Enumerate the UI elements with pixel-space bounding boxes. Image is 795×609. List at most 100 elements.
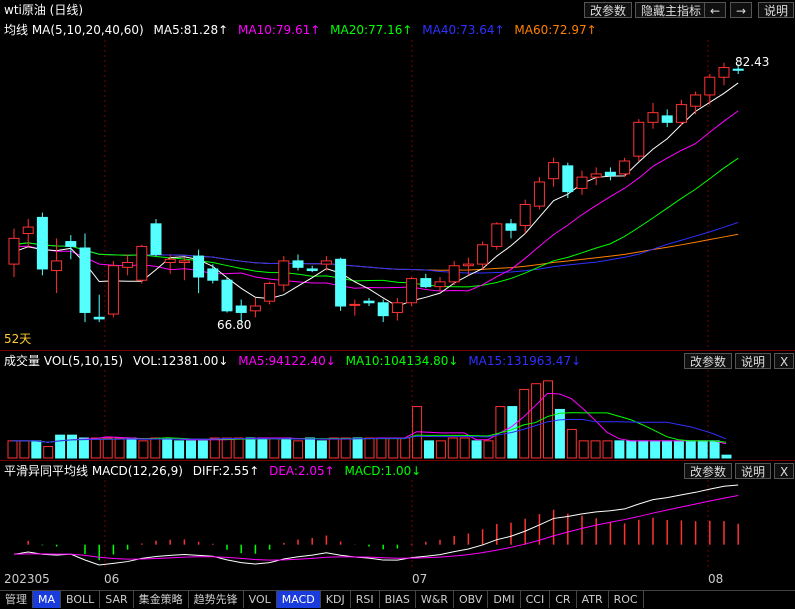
candle-body: [235, 305, 247, 313]
vol-label: 成交量 VOL(5,10,15): [4, 354, 124, 368]
ma5-value: MA5:81.28↑: [153, 23, 229, 37]
ma20-value: MA20:77.16↑: [330, 23, 413, 37]
edit-params-button[interactable]: 改参数: [584, 2, 633, 18]
candle-body: [150, 223, 162, 255]
tab-dmi[interactable]: DMI: [488, 591, 521, 608]
candle-body: [462, 263, 474, 267]
volume-bar: [447, 437, 458, 459]
tab-roc[interactable]: ROC: [609, 591, 644, 608]
tab-[interactable]: 管理: [0, 591, 33, 608]
volume-bar: [400, 437, 411, 459]
macd-header: 平滑异同平均线 MACD(12,26,9) DIFF:2.55↑ DEA:2.0…: [4, 461, 427, 481]
hide-main-indicator-button[interactable]: 隐藏主指标: [635, 2, 708, 18]
volume-bar: [483, 440, 494, 459]
tab-[interactable]: 集金策略: [134, 591, 189, 608]
next-arrow-button[interactable]: →: [730, 2, 753, 18]
volume-bar: [19, 440, 30, 459]
tab-atr[interactable]: ATR: [577, 591, 609, 608]
candle-body: [604, 171, 616, 176]
volume-bar: [305, 437, 315, 459]
tab-cr[interactable]: CR: [550, 591, 577, 608]
tab-cci[interactable]: CCI: [521, 591, 551, 608]
tab-sar[interactable]: SAR: [100, 591, 134, 608]
candle-body: [193, 255, 205, 278]
candle-body: [704, 76, 716, 96]
tab-kdj[interactable]: KDJ: [321, 591, 351, 608]
candle-body: [420, 278, 432, 288]
candle-body: [349, 303, 361, 306]
volume-bar: [340, 437, 351, 459]
tab-rsi[interactable]: RSI: [351, 591, 380, 608]
volume-bar: [459, 437, 470, 459]
volume-bar: [150, 437, 161, 459]
prev-arrow-button[interactable]: ←: [704, 2, 727, 18]
tab-boll[interactable]: BOLL: [61, 591, 101, 608]
candle-body: [533, 181, 545, 207]
candle-body: [264, 282, 276, 302]
macd-help-button[interactable]: 说明: [735, 463, 772, 479]
volume-bar: [55, 434, 66, 459]
volume-bar: [126, 437, 137, 459]
candle-body: [93, 316, 105, 320]
candle-body: [249, 305, 261, 312]
volume-bar: [138, 440, 149, 459]
tab-bias[interactable]: BIAS: [380, 591, 416, 608]
candle-body: [491, 223, 503, 247]
volume-bar: [590, 440, 601, 459]
volume-bar: [281, 437, 292, 459]
ma-label: 均线 MA(5,10,20,40,60): [4, 23, 144, 37]
volume-bar: [626, 440, 637, 459]
candle-body: [221, 279, 233, 312]
candle-body: [335, 258, 347, 307]
tab-ma[interactable]: MA: [33, 591, 62, 608]
candle-body: [633, 121, 645, 157]
volume-bar: [186, 440, 196, 459]
macd-close-button[interactable]: X: [774, 463, 795, 479]
candle-body: [22, 226, 34, 235]
vol-edit-params-button[interactable]: 改参数: [684, 353, 733, 369]
candle-body: [377, 302, 389, 317]
candlestick-chart: [8, 40, 744, 350]
candle-body: [136, 245, 148, 281]
candle-body: [434, 281, 446, 288]
vol-ma15: MA15:131963.47↓: [468, 354, 582, 368]
candle-body: [306, 268, 318, 272]
volume-bar: [269, 437, 280, 459]
macd-dea: DEA:2.05↑: [269, 464, 335, 478]
x-axis-label: 06: [104, 572, 120, 586]
candle-body: [207, 268, 219, 281]
tab-[interactable]: 趋势先锋: [189, 591, 244, 608]
macd-edit-params-button[interactable]: 改参数: [684, 463, 733, 479]
volume-bar: [174, 440, 185, 459]
candle-body: [732, 68, 744, 71]
candle-body: [477, 244, 489, 265]
tab-vol[interactable]: VOL: [244, 591, 277, 608]
volume-bar: [197, 440, 208, 459]
volume-bar: [471, 440, 482, 459]
tab-wr[interactable]: W&R: [416, 591, 454, 608]
volume-bar: [209, 437, 220, 459]
candle-body: [576, 176, 588, 189]
volume-bar: [78, 437, 89, 459]
volume-bar: [257, 437, 268, 459]
days-label: 52天: [4, 332, 32, 346]
macd-diff: DIFF:2.55↑: [192, 464, 260, 478]
vol-help-button[interactable]: 说明: [735, 353, 772, 369]
vol-ma10: MA10:104134.80↓: [345, 354, 459, 368]
vol-close-button[interactable]: X: [774, 353, 795, 369]
tab-obv[interactable]: OBV: [454, 591, 489, 608]
help-button[interactable]: 说明: [758, 2, 795, 18]
candle-body: [36, 216, 48, 270]
volume-bar: [721, 454, 732, 459]
candle-body: [391, 302, 403, 313]
candle-body: [661, 115, 673, 123]
candle-body: [363, 300, 375, 304]
candle-body: [8, 237, 20, 265]
low-price-label: 66.80: [217, 318, 252, 332]
tab-macd[interactable]: MACD: [276, 591, 321, 608]
volume-bar: [328, 437, 339, 459]
ma10-value: MA10:79.61↑: [238, 23, 321, 37]
volume-bar: [685, 440, 696, 459]
volume-bar: [102, 437, 113, 459]
volume-bar: [662, 440, 672, 459]
